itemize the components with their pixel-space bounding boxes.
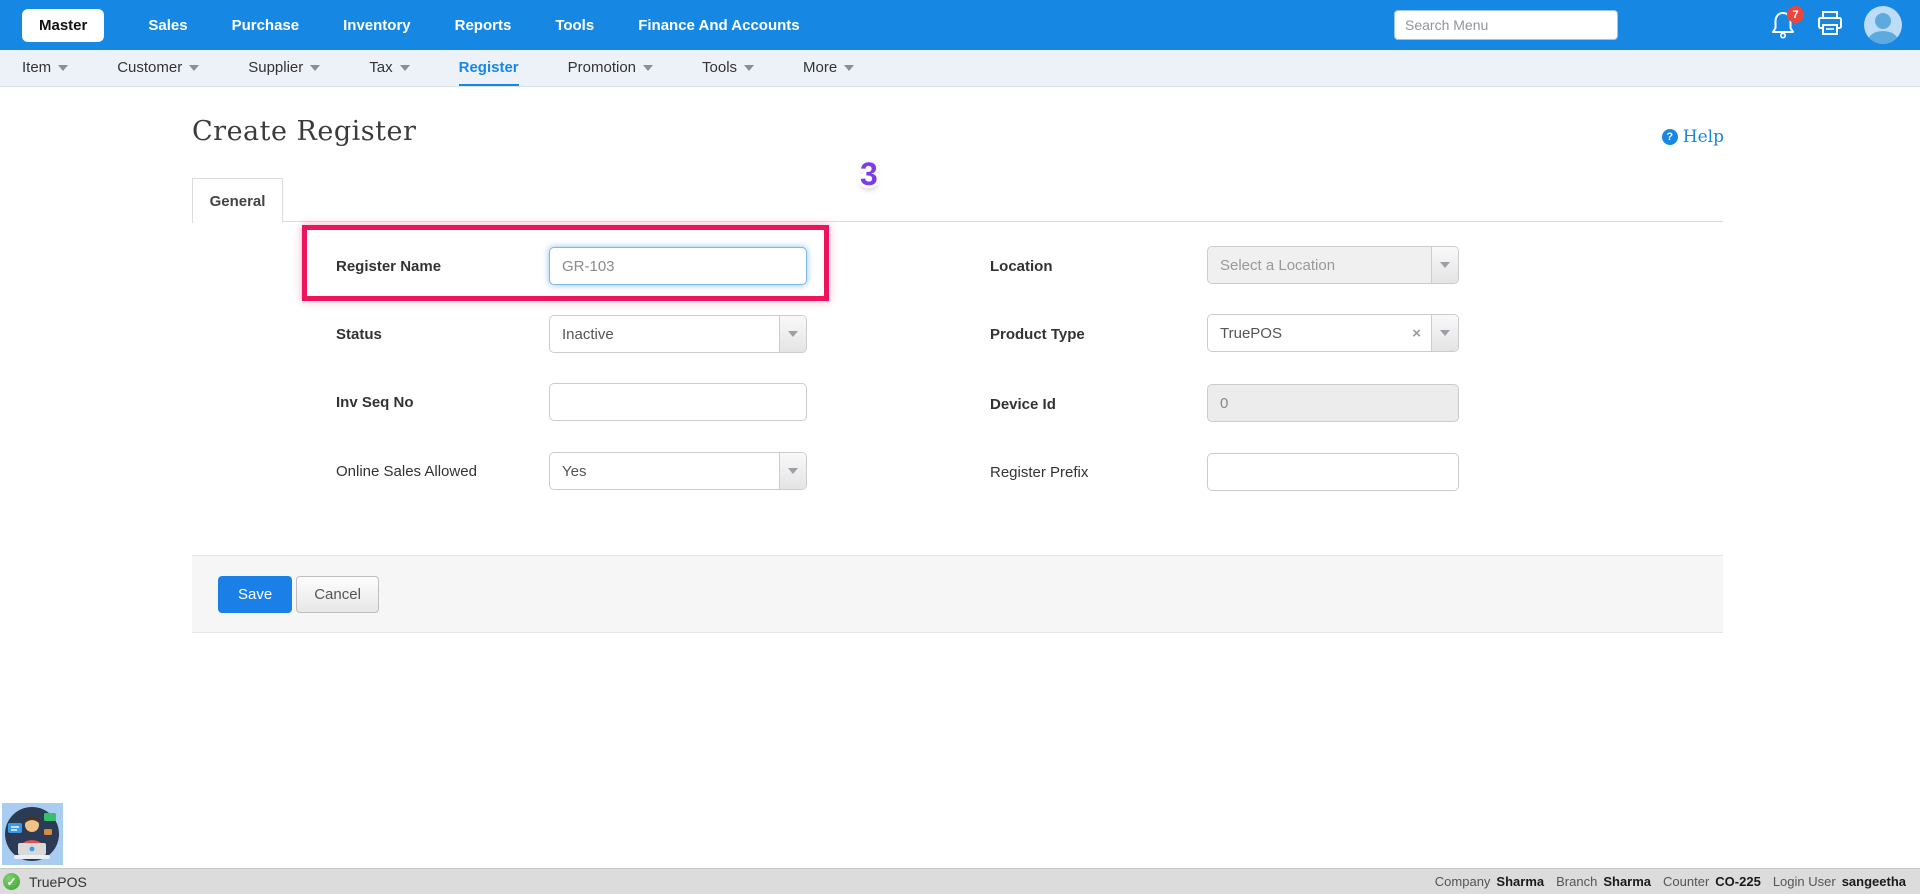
subnav-label: Customer (117, 59, 182, 76)
product-type-label: Product Type (990, 326, 1085, 343)
register-name-input[interactable] (549, 247, 807, 285)
topnav-item-tools[interactable]: Tools (555, 17, 594, 34)
avatar-body (1868, 31, 1898, 44)
tab-bar: General (192, 178, 1723, 222)
app-window: Master Sales Purchase Inventory Reports … (0, 0, 1920, 894)
topbar-icons: 7 (1770, 6, 1902, 44)
chevron-down-icon (844, 65, 854, 71)
chevron-down-icon (788, 468, 798, 474)
notifications-button[interactable]: 7 (1770, 10, 1796, 40)
counter-label: Counter (1663, 874, 1709, 889)
chevron-down-icon (310, 65, 320, 71)
dropdown-button[interactable] (779, 316, 806, 352)
chevron-down-icon (744, 65, 754, 71)
print-button[interactable] (1816, 9, 1844, 42)
topnav-item-sales[interactable]: Sales (148, 17, 187, 34)
product-type-select[interactable]: TruePOS (1207, 314, 1459, 352)
page-title: Create Register (192, 116, 416, 147)
device-id-input (1207, 384, 1459, 422)
register-name-label: Register Name (336, 258, 441, 275)
subnav-item-supplier[interactable]: Supplier (248, 50, 320, 86)
subnav-item-promotion[interactable]: Promotion (568, 50, 653, 86)
subnav-item-register[interactable]: Register (459, 50, 519, 86)
location-placeholder: Select a Location (1208, 257, 1431, 274)
topnav-item-inventory[interactable]: Inventory (343, 17, 411, 34)
session-info: Company Sharma Branch Sharma Counter CO-… (1435, 874, 1912, 889)
subnav-label: Tools (702, 59, 737, 76)
online-sales-allowed-label: Online Sales Allowed (336, 463, 477, 480)
form-actions-strip: Save Cancel (192, 555, 1723, 633)
subnav-item-customer[interactable]: Customer (117, 50, 199, 86)
login-user-label: Login User (1773, 874, 1836, 889)
branch-value: Sharma (1603, 874, 1651, 889)
location-label: Location (990, 258, 1053, 275)
company-value: Sharma (1496, 874, 1544, 889)
avatar-head (1875, 13, 1891, 29)
online-sales-allowed-select[interactable]: Yes (549, 452, 807, 490)
printer-icon (1816, 9, 1844, 37)
chevron-down-icon (788, 331, 798, 337)
topnav-item-master[interactable]: Master (22, 9, 104, 42)
help-label: Help (1683, 127, 1724, 147)
cancel-button[interactable]: Cancel (296, 576, 379, 613)
login-user-value: sangeetha (1842, 874, 1906, 889)
company-label: Company (1435, 874, 1491, 889)
status-select[interactable]: Inactive (549, 315, 807, 353)
chevron-down-icon (189, 65, 199, 71)
device-id-label: Device Id (990, 396, 1056, 413)
subnav-item-item[interactable]: Item (22, 50, 68, 86)
module-nav-bar: Item Customer Supplier Tax Register Prom… (0, 50, 1920, 87)
topnav-item-finance[interactable]: Finance And Accounts (638, 17, 799, 34)
subnav-label: Supplier (248, 59, 303, 76)
support-chat-illustration (2, 803, 63, 865)
inv-seq-no-label: Inv Seq No (336, 394, 414, 411)
subnav-item-tax[interactable]: Tax (369, 50, 409, 86)
help-link[interactable]: Help (1662, 127, 1724, 147)
status-label: Status (336, 326, 382, 343)
user-avatar[interactable] (1864, 6, 1902, 44)
online-sales-allowed-value: Yes (550, 463, 779, 480)
chevron-down-icon (1440, 262, 1450, 268)
green-check-icon (3, 873, 20, 890)
question-circle-icon (1662, 129, 1678, 145)
search-input[interactable] (1394, 10, 1618, 40)
dropdown-button[interactable] (1431, 247, 1458, 283)
chevron-down-icon (1440, 330, 1450, 336)
register-prefix-input[interactable] (1207, 453, 1459, 491)
dropdown-button[interactable] (1431, 315, 1458, 351)
product-type-value: TruePOS (1208, 325, 1412, 342)
dropdown-button[interactable] (779, 453, 806, 489)
save-button[interactable]: Save (218, 576, 292, 613)
subnav-item-more[interactable]: More (803, 50, 854, 86)
status-value: Inactive (550, 326, 779, 343)
subnav-label: Tax (369, 59, 392, 76)
inv-seq-no-input[interactable] (549, 383, 807, 421)
chevron-down-icon (400, 65, 410, 71)
chevron-down-icon (643, 65, 653, 71)
support-chat-icon[interactable] (2, 803, 63, 865)
topnav-item-reports[interactable]: Reports (455, 17, 512, 34)
tab-general[interactable]: General (192, 178, 283, 223)
status-bar: TruePOS Company Sharma Branch Sharma Cou… (0, 868, 1920, 894)
chevron-down-icon (58, 65, 68, 71)
branch-label: Branch (1556, 874, 1597, 889)
top-nav-bar: Master Sales Purchase Inventory Reports … (0, 0, 1920, 50)
subnav-item-tools[interactable]: Tools (702, 50, 754, 86)
subnav-label: Item (22, 59, 51, 76)
subnav-label: Register (459, 59, 519, 76)
topnav-item-purchase[interactable]: Purchase (232, 17, 300, 34)
subnav-label: More (803, 59, 837, 76)
register-prefix-label: Register Prefix (990, 464, 1088, 481)
x-icon[interactable] (1412, 325, 1421, 342)
location-select[interactable]: Select a Location (1207, 246, 1459, 284)
product-name: TruePOS (29, 874, 87, 890)
counter-value: CO-225 (1715, 874, 1761, 889)
notification-count-badge: 7 (1787, 6, 1804, 23)
subnav-label: Promotion (568, 59, 636, 76)
